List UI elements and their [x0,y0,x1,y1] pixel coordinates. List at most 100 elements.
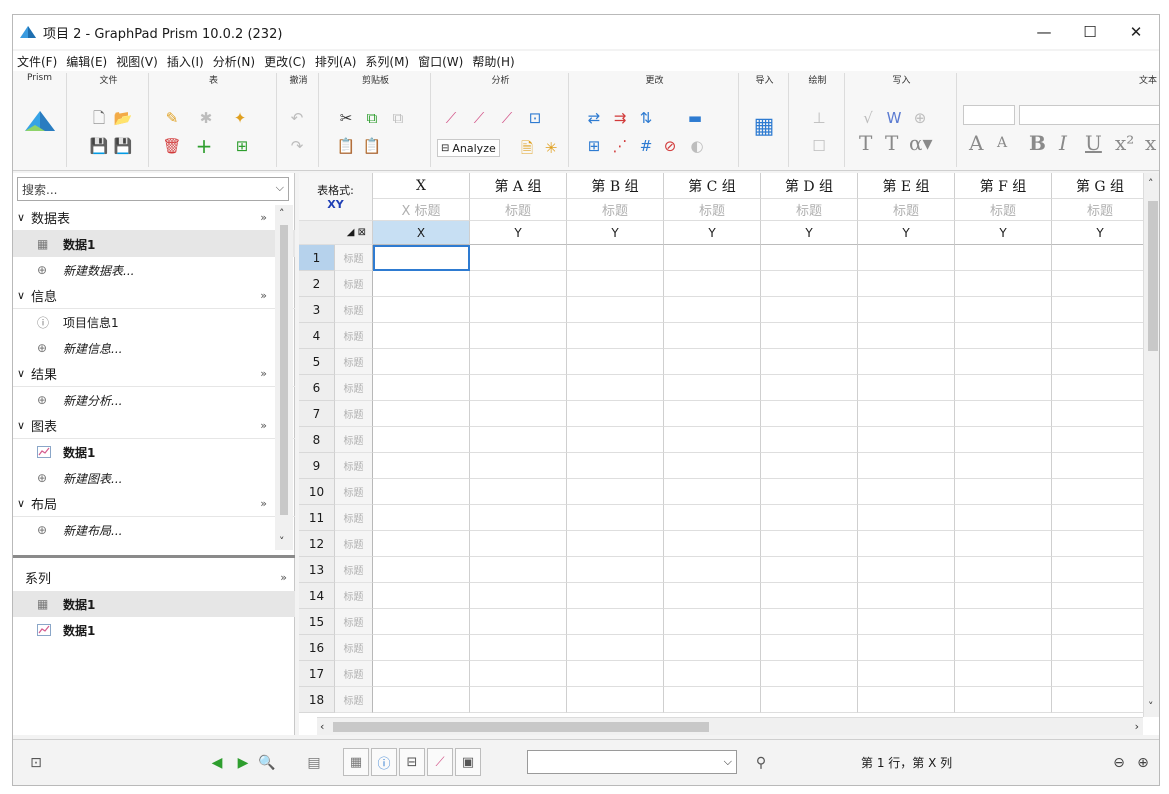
nav-item-new-info[interactable]: ⊕ 新建信息... [13,335,295,361]
column-title[interactable]: 第 E 组 [858,173,955,199]
table-cell[interactable] [567,583,664,609]
table-cell[interactable] [567,297,664,323]
row-title-cell[interactable]: 标题 [335,609,373,635]
scroll-left-icon[interactable]: ‹ [320,720,324,733]
collapse-icon[interactable]: ∨ [17,289,31,302]
table-cell[interactable] [1052,401,1149,427]
table-cell[interactable] [567,687,664,713]
bold-icon[interactable]: B [1029,131,1046,155]
import-xml-icon[interactable]: ▦ [747,113,781,141]
table-cell[interactable] [664,375,761,401]
prism-logo-icon[interactable] [23,109,57,133]
table-cell[interactable] [761,297,858,323]
tab-results[interactable]: ⊟ [399,748,425,776]
table-cell[interactable] [664,609,761,635]
menu-window[interactable]: 窗口(W) [418,53,463,70]
family-item-graph[interactable]: 数据1 [13,617,295,643]
table-cell[interactable] [858,349,955,375]
table-cell[interactable] [470,505,567,531]
table-cell[interactable] [470,479,567,505]
column-title[interactable]: 第 B 组 [567,173,664,199]
column-title[interactable]: X [373,173,470,199]
italic-icon[interactable]: I [1059,131,1067,155]
row-number[interactable]: 6 [299,375,335,401]
link-dropdown-icon[interactable]: ⚲ [747,750,775,776]
table-cell[interactable] [761,453,858,479]
table-cell[interactable] [664,557,761,583]
table-cell[interactable] [761,401,858,427]
sheet-select[interactable]: ⌵ [527,750,737,774]
table-cell[interactable] [955,609,1052,635]
magic-wand-icon[interactable]: ✳ [541,139,561,157]
curve-fit-icon[interactable]: ⟋ [467,109,491,127]
table-cell[interactable] [955,245,1052,271]
table-cell[interactable] [955,687,1052,713]
row-number[interactable]: 15 [299,609,335,635]
table-cell[interactable] [858,271,955,297]
column-subtitle[interactable]: X 标题 [373,199,470,221]
table-cell[interactable] [761,583,858,609]
table-cell[interactable] [858,479,955,505]
table-cell[interactable] [858,583,955,609]
scroll-down-icon[interactable]: ˅ [1148,700,1154,713]
row-title-cell[interactable]: 标题 [335,479,373,505]
table-cell[interactable] [858,297,955,323]
family-item-data-table[interactable]: ▦ 数据1 [13,591,295,617]
pin-icon[interactable]: ✦ [229,109,251,127]
row-title-cell[interactable]: 标题 [335,505,373,531]
subscript-icon[interactable]: x [1145,131,1156,155]
table-cell[interactable] [955,453,1052,479]
table-cell[interactable] [761,479,858,505]
table-cell[interactable] [1052,609,1149,635]
column-title[interactable]: 第 C 组 [664,173,761,199]
save-as-icon[interactable]: 💾 [113,137,133,155]
row-number[interactable]: 13 [299,557,335,583]
column-title[interactable]: 第 G 组 [1052,173,1149,199]
expand-chevron-icon[interactable]: » [280,571,287,584]
menu-help[interactable]: 帮助(H) [472,53,514,70]
table-cell[interactable] [1052,323,1149,349]
table-cell[interactable] [955,557,1052,583]
table-cell[interactable] [955,661,1052,687]
table-cell[interactable] [1052,453,1149,479]
table-cell[interactable] [955,531,1052,557]
collapse-icon[interactable]: ∨ [17,367,31,380]
table-cell[interactable] [373,661,470,687]
table-cell[interactable] [373,349,470,375]
table-cell[interactable] [664,661,761,687]
column-title[interactable]: 第 D 组 [761,173,858,199]
row-number[interactable]: 2 [299,271,335,297]
section-results[interactable]: ∨ 结果 » [13,361,295,387]
maximize-button[interactable]: ☐ [1067,15,1113,49]
column-subtitle[interactable]: 标题 [761,199,858,221]
table-cell[interactable] [664,453,761,479]
collapse-icon[interactable]: ∨ [17,497,31,510]
table-cell[interactable] [373,271,470,297]
nav-item-graph-data1[interactable]: 数据1 [13,439,295,465]
nav-item-project-info[interactable]: ⓘ 项目信息1 [13,309,295,335]
table-cell[interactable] [567,635,664,661]
font-grow-icon[interactable]: A [969,131,983,155]
number-format-icon[interactable]: # [635,137,657,155]
table-cell[interactable] [567,453,664,479]
table-cell[interactable] [761,245,858,271]
row-title-cell[interactable]: 标题 [335,453,373,479]
table-cell[interactable] [567,557,664,583]
change-data-icon[interactable]: ⇄ [583,109,605,127]
table-cell[interactable] [664,245,761,271]
collapse-icon[interactable]: ∨ [17,211,31,224]
table-cell[interactable] [858,687,955,713]
menu-family[interactable]: 系列(M) [365,53,409,70]
row-title-cell[interactable]: 标题 [335,661,373,687]
table-cell[interactable] [470,427,567,453]
table-cell[interactable] [1052,297,1149,323]
table-cell[interactable] [664,583,761,609]
table-cell[interactable] [858,401,955,427]
recent-analysis-icon[interactable]: 🗎 [517,139,537,157]
zoom-in-icon[interactable]: ⊕ [1133,750,1153,776]
paste-link-icon[interactable]: 📋 [361,137,383,155]
table-cell[interactable] [858,661,955,687]
save-icon[interactable]: 💾 [89,137,109,155]
table-cell[interactable] [567,271,664,297]
font-size-select[interactable] [963,105,1015,125]
